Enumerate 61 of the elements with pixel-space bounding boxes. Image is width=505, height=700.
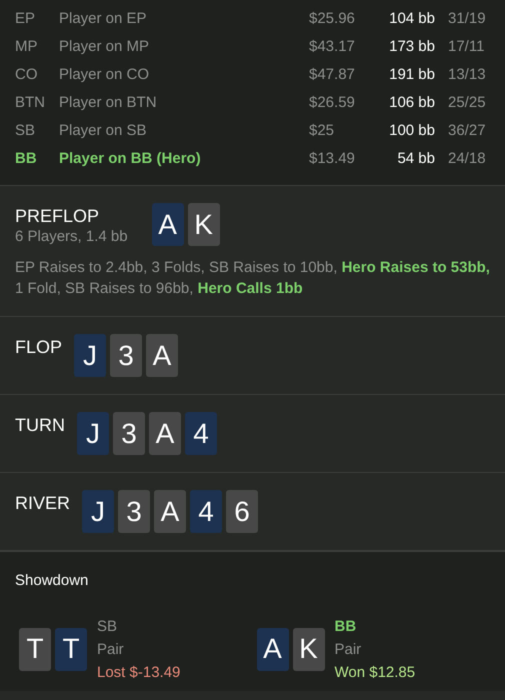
- player-name: Player on MP: [59, 36, 150, 57]
- player-stack: $47.87: [309, 64, 356, 85]
- playing-card: 4: [185, 412, 217, 455]
- player-stats: 31/19: [447, 8, 487, 29]
- player-stack: $13.49: [309, 148, 356, 169]
- player-stack: $26.59: [309, 92, 356, 113]
- player-position: BTN: [15, 92, 46, 113]
- showdown-title: Showdown: [15, 571, 90, 591]
- playing-card: J: [74, 334, 106, 377]
- player-position: CO: [15, 64, 38, 85]
- hand-rank: Pair: [97, 640, 125, 660]
- playing-card: 3: [118, 490, 150, 533]
- player-name: Player on BB (Hero): [59, 148, 202, 169]
- player-name: Player on EP: [59, 8, 148, 29]
- playing-card: K: [188, 203, 220, 246]
- hand-result: Lost $-13.49: [97, 662, 180, 682]
- playing-card: 3: [113, 412, 145, 455]
- street-title: RIVER: [15, 492, 70, 514]
- playing-card: A: [154, 490, 186, 533]
- playing-card: A: [152, 203, 184, 246]
- player-big-blinds: 191 bb: [388, 64, 435, 85]
- playing-card: K: [292, 628, 324, 670]
- player-position: EP: [15, 8, 36, 29]
- player-stats: 17/11: [447, 36, 486, 57]
- player-stats: 13/13: [447, 64, 487, 85]
- playing-card: J: [82, 490, 114, 533]
- player-position: SB: [15, 120, 36, 141]
- player-name: Player on CO: [59, 64, 150, 85]
- playing-card: T: [19, 628, 51, 670]
- player-big-blinds: 106 bb: [388, 92, 435, 113]
- player-position: BB: [15, 148, 38, 169]
- street-title: FLOP: [15, 336, 62, 358]
- playing-card: T: [55, 628, 87, 670]
- playing-card: A: [149, 412, 181, 455]
- player-stack: $25: [309, 120, 336, 141]
- playing-card: 3: [110, 334, 142, 377]
- playing-card: A: [146, 334, 178, 377]
- player-big-blinds: 104 bb: [388, 8, 435, 29]
- player-position: SB: [97, 616, 118, 636]
- player-big-blinds: 173 bb: [388, 36, 435, 57]
- player-stats: 24/18: [447, 148, 487, 169]
- playing-card: J: [77, 412, 109, 455]
- hand-rank: Pair: [334, 640, 362, 660]
- street-title: TURN: [15, 414, 65, 436]
- player-name: Player on BTN: [59, 92, 158, 113]
- player-position: BB: [334, 616, 358, 636]
- playing-card: A: [256, 628, 288, 670]
- player-stats: 36/27: [447, 120, 487, 141]
- player-stack: $43.17: [309, 36, 356, 57]
- hand-result: Won $12.85: [334, 662, 416, 682]
- player-position: MP: [15, 36, 38, 57]
- street-subtitle: 6 Players, 1.4 bb: [15, 227, 128, 247]
- player-big-blinds: 54 bb: [396, 148, 435, 169]
- player-name: Player on SB: [59, 120, 148, 141]
- player-big-blinds: 100 bb: [388, 120, 435, 141]
- action-summary: EP Raises to 2.4bb, 3 Folds, SB Raises to 10bb, Hero Raises to 53bb, 1 Fold, SB Raises to 96bb, Hero Calls 1bb: [15, 258, 490, 299]
- playing-card: 4: [190, 490, 222, 533]
- playing-card: 6: [226, 490, 258, 533]
- street-title: PREFLOP: [15, 205, 100, 227]
- player-stack: $25.96: [309, 8, 356, 29]
- player-stats: 25/25: [447, 92, 487, 113]
